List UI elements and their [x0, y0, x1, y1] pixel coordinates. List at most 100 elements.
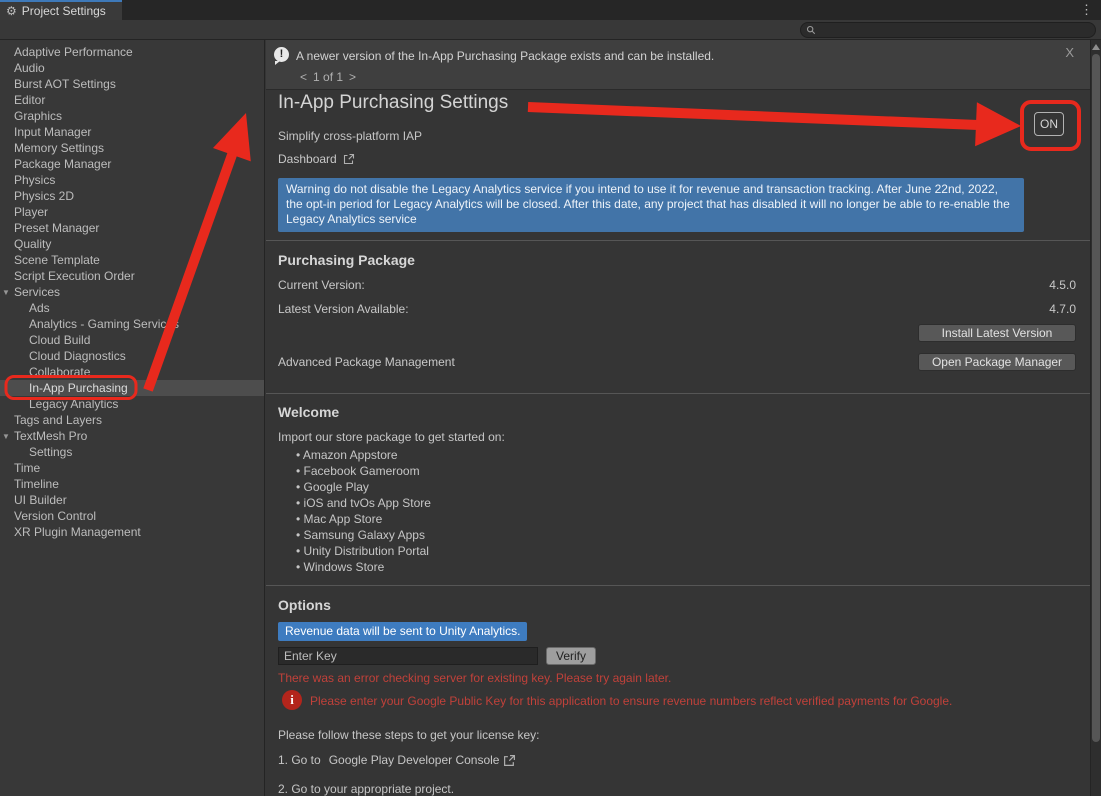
sidebar-item-legacy-analytics[interactable]: Legacy Analytics — [0, 396, 264, 412]
google-key-message: Please enter your Google Public Key for … — [310, 694, 952, 708]
search-icon — [806, 25, 816, 35]
section-divider — [266, 240, 1090, 241]
update-notification-banner: ! A newer version of the In-App Purchasi… — [266, 40, 1090, 90]
scrollbar-up-icon[interactable] — [1092, 44, 1100, 50]
sidebar-item-analytics-gaming-services[interactable]: Analytics - Gaming Services — [0, 316, 264, 332]
latest-version-label: Latest Version Available: — [278, 302, 409, 316]
sidebar-item-tags-and-layers[interactable]: Tags and Layers — [0, 412, 264, 428]
install-latest-version-button[interactable]: Install Latest Version — [918, 324, 1076, 342]
gear-icon: ⚙ — [6, 5, 17, 17]
revenue-analytics-note: Revenue data will be sent to Unity Analy… — [278, 622, 527, 641]
sidebar-item-time[interactable]: Time — [0, 460, 264, 476]
scrollbar-thumb[interactable] — [1092, 54, 1100, 742]
sidebar-item-memory-settings[interactable]: Memory Settings — [0, 140, 264, 156]
store-list-item: Unity Distribution Portal — [296, 543, 431, 559]
open-package-manager-button[interactable]: Open Package Manager — [918, 353, 1076, 371]
purchasing-package-heading: Purchasing Package — [278, 252, 415, 268]
sidebar-item-player[interactable]: Player — [0, 204, 264, 220]
google-play-console-link[interactable]: Google Play Developer Console — [329, 753, 500, 767]
dashboard-link[interactable]: Dashboard — [278, 152, 355, 166]
settings-sidebar: Adaptive Performance Audio Burst AOT Set… — [0, 40, 265, 796]
store-list-item: Windows Store — [296, 559, 431, 575]
external-link-icon — [343, 153, 355, 165]
sidebar-item-burst-aot-settings[interactable]: Burst AOT Settings — [0, 76, 264, 92]
sidebar-item-services[interactable]: ▼ Services — [0, 284, 264, 300]
sidebar-item-xr-plugin-management[interactable]: XR Plugin Management — [0, 524, 264, 540]
sidebar-item-textmesh-settings[interactable]: Settings — [0, 444, 264, 460]
sidebar-item-audio[interactable]: Audio — [0, 60, 264, 76]
expander-icon[interactable]: ▼ — [2, 285, 10, 301]
dashboard-label: Dashboard — [278, 152, 337, 166]
section-divider — [266, 393, 1090, 394]
sidebar-item-adaptive-performance[interactable]: Adaptive Performance — [0, 44, 264, 60]
license-key-input[interactable] — [278, 647, 538, 665]
pager-prev-button[interactable]: < — [300, 70, 307, 84]
tab-title: Project Settings — [22, 4, 106, 18]
vertical-scrollbar[interactable] — [1090, 40, 1101, 796]
sidebar-item-timeline[interactable]: Timeline — [0, 476, 264, 492]
sidebar-item-version-control[interactable]: Version Control — [0, 508, 264, 524]
store-list-item: Mac App Store — [296, 511, 431, 527]
welcome-intro: Import our store package to get started … — [278, 430, 505, 444]
server-error-text: There was an error checking server for e… — [278, 671, 671, 685]
store-list-item: Amazon Appstore — [296, 447, 431, 463]
error-info-icon: i — [282, 690, 302, 710]
external-link-icon — [503, 754, 516, 767]
sidebar-item-package-manager[interactable]: Package Manager — [0, 156, 264, 172]
sidebar-item-ui-builder[interactable]: UI Builder — [0, 492, 264, 508]
pager-next-button[interactable]: > — [349, 70, 356, 84]
page-title: In-App Purchasing Settings — [278, 92, 508, 114]
expander-icon[interactable]: ▼ — [2, 429, 10, 445]
iap-on-toggle[interactable]: ON — [1034, 112, 1064, 136]
pager-count: 1 of 1 — [313, 70, 343, 84]
sidebar-item-input-manager[interactable]: Input Manager — [0, 124, 264, 140]
sidebar-item-quality[interactable]: Quality — [0, 236, 264, 252]
store-list-item: Samsung Galaxy Apps — [296, 527, 431, 543]
search-input[interactable] — [820, 24, 1095, 36]
search-box[interactable] — [800, 22, 1096, 38]
notification-icon: ! — [274, 47, 289, 62]
steps-intro: Please follow these steps to get your li… — [278, 728, 539, 742]
sidebar-item-textmesh-pro[interactable]: ▼ TextMesh Pro — [0, 428, 264, 444]
welcome-heading: Welcome — [278, 404, 339, 420]
notification-pager: < 1 of 1 > — [300, 70, 356, 84]
options-heading: Options — [278, 597, 331, 613]
tab-project-settings[interactable]: ⚙ Project Settings — [0, 0, 122, 20]
sidebar-item-ads[interactable]: Ads — [0, 300, 264, 316]
license-key-row: Verify — [278, 647, 596, 665]
tab-strip: ⚙ Project Settings ⋮ — [0, 0, 1101, 20]
verify-button[interactable]: Verify — [546, 647, 596, 665]
current-version-value: 4.5.0 — [1049, 278, 1076, 292]
latest-version-row: Latest Version Available: 4.7.0 — [278, 301, 1076, 317]
close-icon[interactable]: X — [1065, 45, 1074, 60]
sidebar-item-editor[interactable]: Editor — [0, 92, 264, 108]
main-panel: ! A newer version of the In-App Purchasi… — [266, 40, 1090, 796]
step-1-prefix: 1. Go to — [278, 753, 321, 767]
sidebar-item-scene-template[interactable]: Scene Template — [0, 252, 264, 268]
sidebar-item-cloud-build[interactable]: Cloud Build — [0, 332, 264, 348]
kebab-menu-icon[interactable]: ⋮ — [1080, 2, 1093, 18]
sidebar-item-graphics[interactable]: Graphics — [0, 108, 264, 124]
latest-version-value: 4.7.0 — [1049, 302, 1076, 316]
sidebar-item-label: Services — [14, 285, 60, 299]
store-list: Amazon Appstore Facebook Gameroom Google… — [296, 447, 431, 575]
notification-message: A newer version of the In-App Purchasing… — [296, 49, 714, 63]
advanced-package-label: Advanced Package Management — [278, 355, 455, 369]
page-subtitle: Simplify cross-platform IAP — [278, 129, 422, 143]
step-1-row: 1. Go to Google Play Developer Console — [278, 753, 516, 767]
store-list-item: Google Play — [296, 479, 431, 495]
sidebar-item-preset-manager[interactable]: Preset Manager — [0, 220, 264, 236]
sidebar-item-in-app-purchasing[interactable]: In-App Purchasing — [0, 380, 264, 396]
sidebar-item-script-execution-order[interactable]: Script Execution Order — [0, 268, 264, 284]
store-list-item: Facebook Gameroom — [296, 463, 431, 479]
sidebar-item-physics-2d[interactable]: Physics 2D — [0, 188, 264, 204]
legacy-analytics-warning: Warning do not disable the Legacy Analyt… — [278, 178, 1024, 232]
sidebar-item-physics[interactable]: Physics — [0, 172, 264, 188]
sidebar-item-label: TextMesh Pro — [14, 429, 87, 443]
toolbar — [0, 20, 1101, 40]
sidebar-item-collaborate[interactable]: Collaborate — [0, 364, 264, 380]
store-list-item: iOS and tvOs App Store — [296, 495, 431, 511]
section-divider — [266, 585, 1090, 586]
sidebar-item-cloud-diagnostics[interactable]: Cloud Diagnostics — [0, 348, 264, 364]
step-2-text: 2. Go to your appropriate project. — [278, 782, 454, 796]
